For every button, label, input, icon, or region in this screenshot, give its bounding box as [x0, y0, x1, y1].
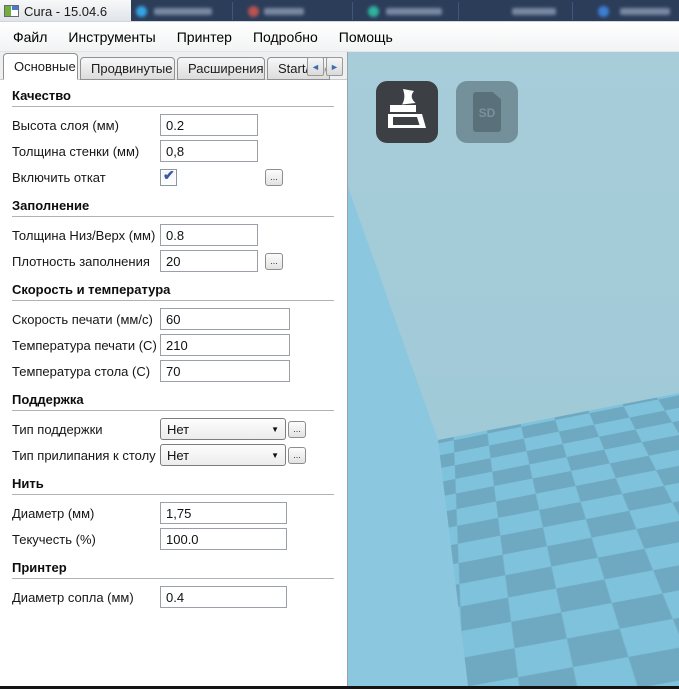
taskbar-app-label	[620, 8, 670, 15]
window-title-area: Cura - 15.04.6	[0, 0, 131, 22]
chevron-down-icon: ▼	[271, 451, 285, 460]
setting-label: Скорость печати (мм/с)	[12, 312, 160, 327]
more-settings-button[interactable]: ...	[265, 169, 283, 186]
setting-row: Диаметр (мм)	[12, 500, 334, 526]
tab-scroll-right-button[interactable]: ►	[326, 57, 343, 76]
taskbar-separator	[352, 2, 353, 20]
more-settings-button[interactable]: ...	[288, 447, 306, 464]
menu-item-Подробно[interactable]: Подробно	[244, 25, 327, 49]
chevron-right-icon: ►	[330, 62, 339, 72]
section-header: Качество	[12, 88, 334, 107]
setting-input[interactable]	[160, 334, 290, 356]
setting-label: Тип прилипания к столу	[12, 448, 160, 463]
dropdown-value: Нет	[161, 422, 271, 437]
setting-row: Тип прилипания к столуНет▼...	[12, 442, 334, 468]
3d-viewport[interactable]: SD	[347, 52, 679, 686]
taskbar-app-label	[386, 8, 442, 15]
sd-card-icon: SD	[473, 92, 501, 132]
checkmark-icon: ✔	[163, 167, 175, 184]
settings-panel: Качество Высота слоя (мм) Толщина стенки (…	[0, 80, 347, 686]
section-header: Нить	[12, 476, 334, 495]
setting-label: Тип поддержки	[12, 422, 160, 437]
chevron-down-icon: ▼	[271, 425, 285, 434]
setting-row: Диаметр сопла (мм)	[12, 584, 334, 610]
chevron-left-icon: ◄	[311, 62, 320, 72]
setting-row: Высота слоя (мм)	[12, 112, 334, 138]
setting-checkbox[interactable]: ✔	[160, 169, 177, 186]
menu-item-Инструменты[interactable]: Инструменты	[59, 25, 164, 49]
setting-dropdown[interactable]: Нет▼	[160, 444, 286, 466]
more-settings-button[interactable]: ...	[288, 421, 306, 438]
setting-input[interactable]	[160, 360, 290, 382]
taskbar-app-icon	[368, 6, 379, 17]
taskbar-app-icon	[248, 6, 259, 17]
taskbar-app-label	[512, 8, 556, 15]
section-header: Поддержка	[12, 392, 334, 411]
taskbar-app-icon	[598, 6, 609, 17]
save-sd-button: SD	[456, 81, 518, 143]
setting-label: Высота слоя (мм)	[12, 118, 160, 133]
taskbar-separator	[232, 2, 233, 20]
tab-strip: ОсновныеПродвинутыеРасширенияStart/End◄►	[0, 52, 347, 80]
setting-input[interactable]	[160, 114, 258, 136]
setting-row: Включить откат✔...	[12, 164, 334, 190]
setting-input[interactable]	[160, 250, 258, 272]
tab-scroll-left-button[interactable]: ◄	[307, 57, 324, 76]
dropdown-value: Нет	[161, 448, 271, 463]
setting-row: Толщина Низ/Верх (мм)	[12, 222, 334, 248]
tab-Расширения[interactable]: Расширения	[177, 57, 265, 80]
setting-input[interactable]	[160, 140, 258, 162]
menu-item-Принтер[interactable]: Принтер	[168, 25, 241, 49]
setting-row: Текучесть (%)	[12, 526, 334, 552]
section-header: Заполнение	[12, 198, 334, 217]
setting-input[interactable]	[160, 224, 258, 246]
setting-label: Диаметр сопла (мм)	[12, 590, 160, 605]
window-title: Cura - 15.04.6	[24, 4, 107, 19]
cura-window: Cura - 15.04.6 ФайлИнструментыПринтерПод…	[0, 0, 679, 689]
menu-bar: ФайлИнструментыПринтерПодробноПомощь	[0, 22, 679, 52]
menu-item-Помощь[interactable]: Помощь	[330, 25, 402, 49]
setting-dropdown[interactable]: Нет▼	[160, 418, 286, 440]
tab-Продвинутые[interactable]: Продвинутые	[80, 57, 175, 80]
setting-row: Температура печати (C)	[12, 332, 334, 358]
taskbar-separator	[572, 2, 573, 20]
setting-label: Включить откат	[12, 170, 160, 185]
taskbar-app-label	[264, 8, 304, 15]
taskbar-separator	[458, 2, 459, 20]
setting-label: Диаметр (мм)	[12, 506, 160, 521]
menu-item-Файл[interactable]: Файл	[4, 25, 56, 49]
setting-input[interactable]	[160, 502, 287, 524]
more-settings-button[interactable]: ...	[265, 253, 283, 270]
setting-row: Скорость печати (мм/с)	[12, 306, 334, 332]
section-header: Скорость и температура	[12, 282, 334, 301]
setting-label: Плотность заполнения	[12, 254, 160, 269]
setting-label: Температура печати (C)	[12, 338, 160, 353]
setting-row: Плотность заполнения...	[12, 248, 334, 274]
section-header: Принтер	[12, 560, 334, 579]
setting-row: Толщина стенки (мм)	[12, 138, 334, 164]
settings-pane: ОсновныеПродвинутыеРасширенияStart/End◄►…	[0, 52, 347, 686]
app-icon	[4, 5, 19, 17]
load-model-button[interactable]	[376, 81, 438, 143]
taskbar-app-icon	[136, 6, 147, 17]
setting-input[interactable]	[160, 586, 287, 608]
setting-row: Тип поддержкиНет▼...	[12, 416, 334, 442]
title-bar: Cura - 15.04.6	[0, 0, 679, 22]
setting-label: Температура стола (C)	[12, 364, 160, 379]
setting-label: Толщина стенки (мм)	[12, 144, 160, 159]
setting-label: Текучесть (%)	[12, 532, 160, 547]
setting-row: Температура стола (C)	[12, 358, 334, 384]
taskbar-app-label	[154, 8, 212, 15]
load-model-icon	[376, 81, 438, 143]
setting-label: Толщина Низ/Верх (мм)	[12, 228, 160, 243]
setting-input[interactable]	[160, 308, 290, 330]
setting-input[interactable]	[160, 528, 287, 550]
tab-Основные[interactable]: Основные	[3, 53, 78, 80]
